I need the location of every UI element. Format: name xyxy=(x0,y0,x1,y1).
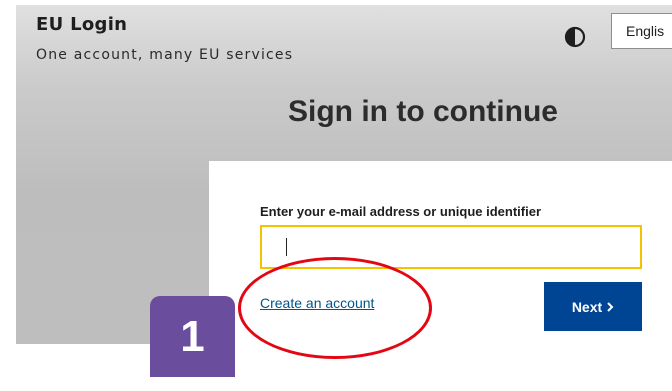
page-title: Sign in to continue xyxy=(288,95,558,128)
next-button-label: Next xyxy=(571,298,603,315)
chevron-right-icon xyxy=(607,301,614,312)
brand-title: EU Login xyxy=(36,14,128,35)
email-label: Enter your e-mail address or unique iden… xyxy=(260,204,542,219)
brand-subtitle: One account, many EU services xyxy=(36,47,294,63)
text-caret xyxy=(286,238,287,256)
contrast-toggle-icon[interactable] xyxy=(564,26,586,48)
step-badge: 1 xyxy=(150,296,235,377)
next-button[interactable]: Next xyxy=(544,282,642,331)
language-selector[interactable]: Englis xyxy=(611,13,672,49)
highlight-ellipse xyxy=(238,257,432,359)
